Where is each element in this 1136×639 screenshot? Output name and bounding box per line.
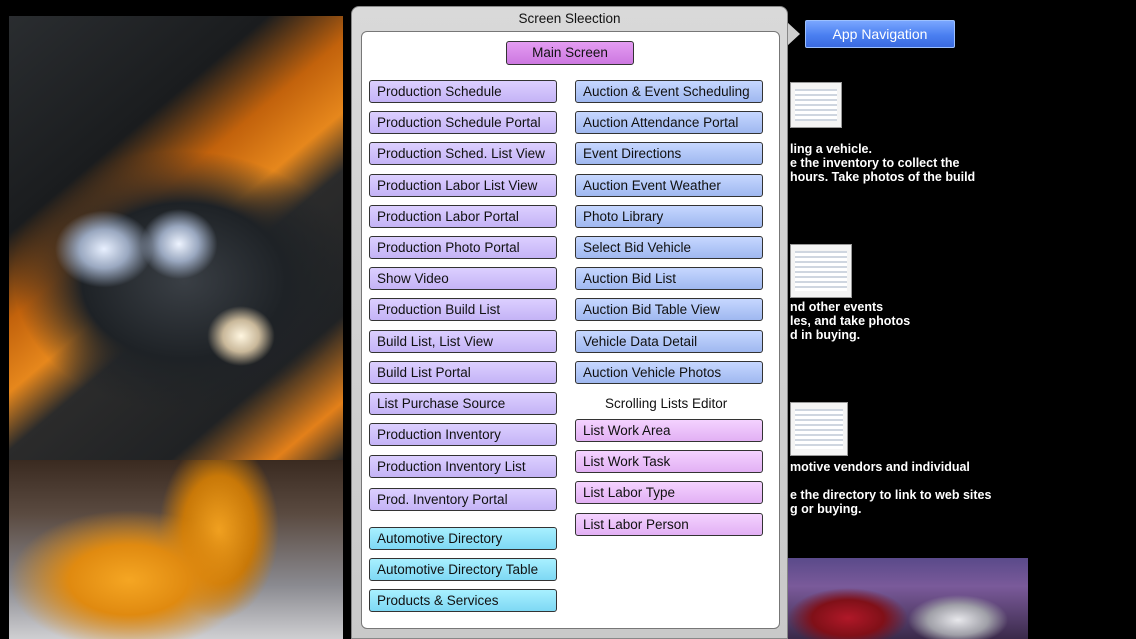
popup-content: Main Screen Production Schedule Productio… [361,31,780,629]
list-labor-type-button[interactable]: List Labor Type [575,481,763,505]
screenshot-thumbnail [790,244,852,298]
select-bid-vehicle-button[interactable]: Select Bid Vehicle [575,236,763,259]
background-description: nd other events les, and take photos d i… [790,300,911,342]
build-list-list-view-button[interactable]: Build List, List View [369,329,557,353]
scrolling-lists-label: Scrolling Lists Editor [605,396,728,411]
event-directions-button[interactable]: Event Directions [575,142,763,166]
photo-library-button[interactable]: Photo Library [575,204,763,228]
automotive-directory-table-button[interactable]: Automotive Directory Table [369,558,557,581]
list-work-area-button[interactable]: List Work Area [575,419,763,442]
car-show-photo [9,460,343,639]
list-work-task-button[interactable]: List Work Task [575,450,763,474]
production-labor-list-view-button[interactable]: Production Labor List View [369,173,557,197]
auction-tent-photo [788,558,1028,639]
production-labor-portal-button[interactable]: Production Labor Portal [369,204,557,228]
production-schedule-portal-button[interactable]: Production Schedule Portal [369,111,557,135]
build-list-portal-button[interactable]: Build List Portal [369,360,557,384]
auction-vehicle-photos-button[interactable]: Auction Vehicle Photos [575,360,763,384]
screen-selection-popup: Screen Sleection Main Screen Production … [351,6,788,639]
automotive-directory-button[interactable]: Automotive Directory [369,526,557,550]
production-schedule-button[interactable]: Production Schedule [369,80,557,103]
car-headlight-photo [9,16,343,460]
popup-title: Screen Sleection [518,11,621,26]
background-description: motive vendors and individual e the dire… [790,460,992,516]
production-inventory-button[interactable]: Production Inventory [369,423,557,447]
auction-event-weather-button[interactable]: Auction Event Weather [575,173,763,197]
products-and-services-button[interactable]: Products & Services [369,589,557,613]
auction-bid-list-button[interactable]: Auction Bid List [575,267,763,291]
background-description: ling a vehicle. e the inventory to colle… [790,142,976,184]
production-inventory-list-button[interactable]: Production Inventory List [369,455,557,479]
prod-inventory-portal-button[interactable]: Prod. Inventory Portal [369,487,557,511]
main-screen-button[interactable]: Main Screen [506,41,634,65]
screenshot-thumbnail [790,402,848,456]
auction-attendance-portal-button[interactable]: Auction Attendance Portal [575,111,763,135]
vehicle-data-detail-button[interactable]: Vehicle Data Detail [575,329,763,353]
app-navigation-button[interactable]: App Navigation [805,20,955,48]
list-labor-person-button[interactable]: List Labor Person [575,512,763,536]
show-video-button[interactable]: Show Video [369,267,557,291]
auction-bid-table-view-button[interactable]: Auction Bid Table View [575,298,763,322]
popover-arrow [787,22,800,46]
production-sched-list-view-button[interactable]: Production Sched. List View [369,142,557,166]
list-purchase-source-button[interactable]: List Purchase Source [369,392,557,415]
auction-and-event-scheduling-button[interactable]: Auction & Event Scheduling [575,80,763,103]
production-build-list-button[interactable]: Production Build List [369,298,557,322]
production-photo-portal-button[interactable]: Production Photo Portal [369,236,557,259]
screenshot-thumbnail [790,82,842,128]
